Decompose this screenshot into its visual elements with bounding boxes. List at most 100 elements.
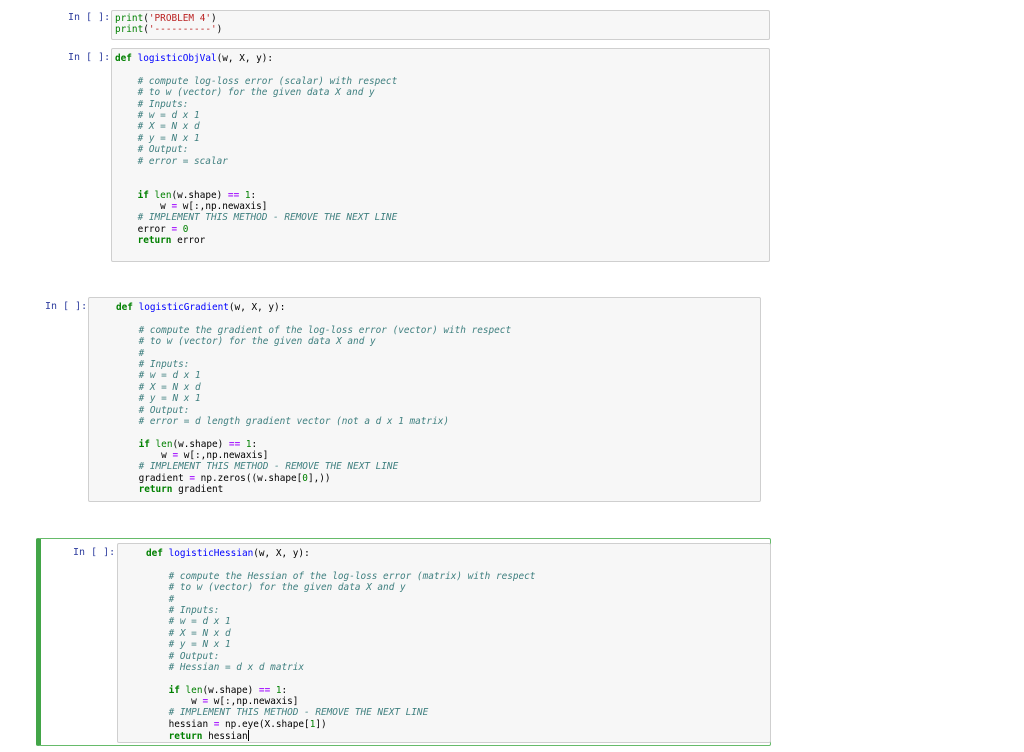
code-cell-logistic-obj-val[interactable]: In [ ]: def logisticObjVal(w, X, y): # c… (0, 44, 1024, 266)
code-token: len (155, 438, 173, 450)
code-text: print('PROBLEM 4') print('----------') (115, 13, 222, 36)
code-cell-logistic-hessian[interactable]: In [ ]: def logisticHessian(w, X, y): # … (36, 538, 771, 746)
code-token: hessian (202, 731, 248, 743)
code-token: return (168, 731, 203, 743)
code-token: # Output: (138, 404, 190, 416)
code-token: w[:,np.newaxis] (178, 450, 269, 462)
code-token: # X = N x d (138, 381, 201, 393)
code-token: len (154, 189, 172, 201)
code-line: w = w[:,np.newaxis] (146, 696, 535, 707)
code-token: if (137, 189, 149, 201)
code-token: # error = d length gradient vector (not … (138, 415, 450, 427)
code-line: gradient = np.zeros((w.shape[0],)) (116, 473, 511, 484)
code-text: def logisticObjVal(w, X, y): # compute l… (115, 53, 397, 247)
code-token: (w.shape) (202, 684, 259, 696)
code-token: print (115, 13, 144, 24)
code-token: == (227, 189, 240, 201)
code-token: (w.shape) (172, 438, 229, 450)
code-token: ) (210, 13, 217, 24)
code-line: # Output: (115, 144, 397, 155)
code-token: == (228, 438, 241, 450)
cell-prompt: In [ ]: (45, 301, 88, 312)
code-token: 0 (182, 223, 189, 235)
code-token: # w = d x 1 (168, 616, 231, 628)
code-token: logisticObjVal (137, 53, 217, 64)
code-editor[interactable]: def logisticHessian(w, X, y): # compute … (117, 543, 771, 743)
code-editor[interactable]: def logisticGradient(w, X, y): # compute… (88, 297, 761, 502)
code-token: # to w (vector) for the given data X and… (168, 582, 406, 594)
code-token: # X = N x d (168, 627, 231, 639)
code-token: (w, X, y): (216, 53, 274, 64)
code-line: if len(w.shape) == 1: (116, 439, 511, 450)
code-line: # y = N x 1 (115, 133, 397, 144)
code-line: if len(w.shape) == 1: (115, 190, 397, 201)
code-line: # Inputs: (116, 359, 511, 370)
code-cell-logistic-gradient[interactable]: In [ ]: def logisticGradient(w, X, y): #… (0, 292, 1024, 508)
code-token: # Output: (137, 144, 189, 156)
code-token: logisticGradient (138, 302, 229, 313)
code-token: # Inputs: (137, 98, 189, 110)
code-editor[interactable]: print('PROBLEM 4') print('----------') (111, 10, 770, 40)
code-line: # IMPLEMENT THIS METHOD - REMOVE THE NEX… (146, 707, 535, 718)
code-token: # (138, 347, 145, 359)
code-line: # to w (vector) for the given data X and… (146, 582, 535, 593)
code-token: : (250, 189, 257, 201)
code-token: # to w (vector) for the given data X and… (138, 336, 376, 348)
code-token: # Inputs: (138, 358, 190, 370)
code-line: # IMPLEMENT THIS METHOD - REMOVE THE NEX… (116, 461, 511, 472)
code-line: def logisticGradient(w, X, y): (116, 302, 511, 313)
code-line: # w = d x 1 (146, 616, 535, 627)
code-token: # compute the gradient of the log-loss e… (138, 324, 512, 336)
code-token: # compute log-loss error (scalar) with r… (137, 75, 398, 87)
code-token: # y = N x 1 (137, 132, 200, 144)
code-line: return gradient (116, 484, 511, 495)
code-line: # (146, 594, 535, 605)
code-token: w (146, 696, 203, 708)
code-token: ) (216, 24, 223, 36)
code-token: # error = scalar (137, 155, 228, 167)
code-token: # compute the Hessian of the log-loss er… (168, 570, 536, 582)
code-token: error (171, 235, 206, 247)
code-token: ],)) (307, 472, 331, 484)
code-token: def (116, 302, 133, 313)
code-line: # y = N x 1 (146, 639, 535, 650)
code-token: : (251, 438, 258, 450)
code-token: # Inputs: (168, 604, 220, 616)
code-line: # y = N x 1 (116, 393, 511, 404)
code-editor[interactable]: def logisticObjVal(w, X, y): # compute l… (111, 48, 770, 262)
code-token: (w.shape) (171, 189, 228, 201)
code-token: if (138, 438, 150, 450)
code-text: def logisticHessian(w, X, y): # compute … (146, 548, 535, 742)
code-line: # compute log-loss error (scalar) with r… (115, 75, 398, 87)
cell-prompt: In [ ]: (68, 52, 111, 63)
code-token: gradient (116, 472, 190, 484)
code-token: # IMPLEMENT THIS METHOD - REMOVE THE NEX… (137, 212, 398, 224)
code-token: def (115, 53, 132, 64)
code-token: # IMPLEMENT THIS METHOD - REMOVE THE NEX… (168, 707, 429, 719)
code-token: return (138, 484, 173, 496)
code-line: # to w (vector) for the given data X and… (116, 336, 511, 347)
code-line: # (116, 348, 511, 359)
code-line: # w = d x 1 (116, 370, 511, 381)
code-cell-print-problem[interactable]: In [ ]: print('PROBLEM 4') print('-------… (0, 0, 1024, 42)
